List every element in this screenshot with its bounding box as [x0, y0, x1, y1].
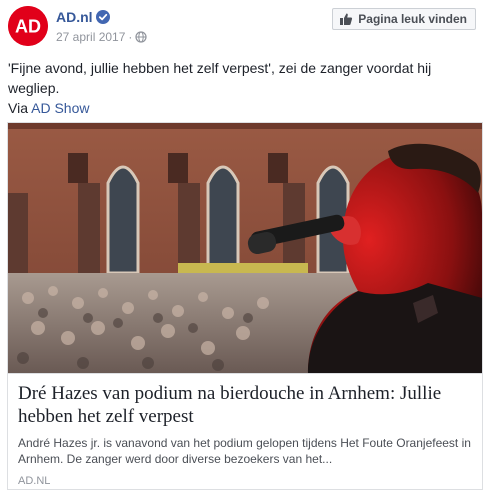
article-title[interactable]: Dré Hazes van podium na bierdouche in Ar… [18, 382, 472, 428]
article-image[interactable] [8, 123, 482, 373]
post-date[interactable]: 27 april 2017 [56, 30, 125, 44]
ad-logo-icon: AD [8, 6, 48, 46]
meta-separator: · [128, 30, 133, 44]
post-header: AD AD.nl 27 april 2017 · Pagina leuk vind… [8, 6, 484, 50]
facebook-post: AD AD.nl 27 april 2017 · Pagina leuk vind… [0, 0, 490, 498]
globe-icon[interactable] [135, 31, 147, 43]
like-page-label: Pagina leuk vinden [358, 12, 467, 26]
page-avatar[interactable]: AD [8, 6, 48, 46]
post-text: 'Fijne avond, jullie hebben het zelf ver… [8, 58, 478, 118]
svg-text:AD: AD [15, 17, 41, 37]
via-prefix: Via [8, 100, 28, 116]
verified-badge-icon [96, 10, 110, 24]
concert-photo [8, 123, 482, 373]
via-line: Via AD Show [8, 98, 478, 118]
article-description: André Hazes jr. is vanavond van het podi… [18, 436, 471, 466]
via-page-link[interactable]: AD Show [31, 100, 89, 116]
article-text[interactable]: Dré Hazes van podium na bierdouche in Ar… [8, 373, 482, 489]
thumbs-up-icon [340, 13, 353, 25]
like-page-button[interactable]: Pagina leuk vinden [332, 8, 476, 30]
post-message: 'Fijne avond, jullie hebben het zelf ver… [8, 60, 432, 96]
link-preview-card[interactable]: Dré Hazes van podium na bierdouche in Ar… [7, 122, 483, 490]
article-domain: AD.nl [18, 475, 51, 487]
post-meta: 27 april 2017 · [56, 30, 147, 44]
page-name-link[interactable]: AD.nl [56, 9, 93, 25]
